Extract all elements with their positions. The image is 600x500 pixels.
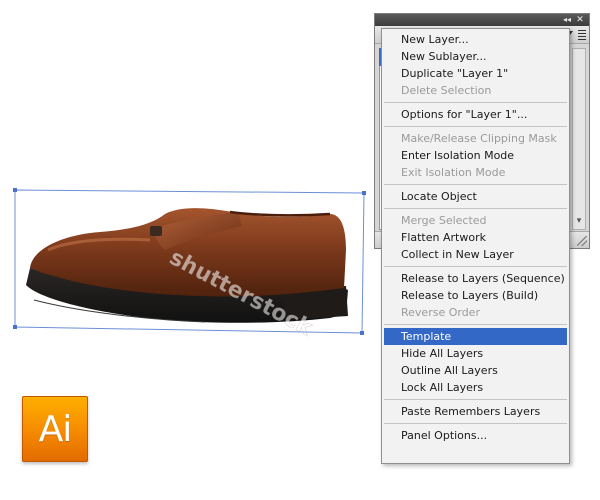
menu-group: Template Hide All Layers Outline All Layer… xyxy=(384,328,567,400)
selection-handle[interactable] xyxy=(362,191,366,195)
menu-item-exit-isolation-mode: Exit Isolation Mode xyxy=(401,166,506,179)
menu-item-delete-selection: Delete Selection xyxy=(401,84,492,97)
menu-item-reverse-order: Reverse Order xyxy=(401,306,480,319)
menu-item-new-sublayer[interactable]: New Sublayer... xyxy=(384,48,567,65)
panel-scrollbar[interactable] xyxy=(572,48,586,230)
menu-group: Panel Options... xyxy=(384,427,567,444)
menu-item-enter-isolation-mode[interactable]: Enter Isolation Mode xyxy=(384,147,567,164)
double-chevron-right-icon[interactable]: ◂◂ xyxy=(561,14,573,26)
menu-item-paste-remembers-layers[interactable]: Paste Remembers Layers xyxy=(384,403,567,420)
menu-item-lock-all-layers[interactable]: Lock All Layers xyxy=(384,379,567,396)
illustrator-logo: Ai xyxy=(22,396,88,462)
scroll-down-icon[interactable]: ▾ xyxy=(572,214,586,228)
panel-menu-icon[interactable] xyxy=(567,28,586,42)
menu-group: Locate Object xyxy=(384,188,567,209)
menu-item-flatten-artwork[interactable]: Flatten Artwork xyxy=(384,229,567,246)
resize-grip-icon[interactable] xyxy=(577,236,587,246)
menu-group: Release to Layers (Sequence) Release to L… xyxy=(384,270,567,325)
menu-item-panel-options[interactable]: Panel Options... xyxy=(384,427,567,444)
panel-titlebar[interactable] xyxy=(375,14,589,26)
menu-group: New Layer... New Sublayer... Duplicate "La… xyxy=(384,31,567,103)
menu-item-merge-selected: Merge Selected xyxy=(401,214,487,227)
menu-group: Options for "Layer 1"... xyxy=(384,106,567,127)
selection-handle[interactable] xyxy=(13,188,17,192)
menu-group: Paste Remembers Layers xyxy=(384,403,567,424)
menu-item-new-layer[interactable]: New Layer... xyxy=(384,31,567,48)
menu-item-make-release-clipping-mask: Make/Release Clipping Mask xyxy=(401,132,557,145)
shoe-buckle xyxy=(150,226,162,236)
selection-handle[interactable] xyxy=(13,325,17,329)
shoe-artwork[interactable]: shutterstock xyxy=(26,208,348,342)
menu-item-hide-all-layers[interactable]: Hide All Layers xyxy=(384,345,567,362)
menu-group: Merge Selected Flatten Artwork Collect in … xyxy=(384,212,567,267)
menu-item-locate-object[interactable]: Locate Object xyxy=(384,188,567,205)
menu-item-duplicate-layer-1[interactable]: Duplicate "Layer 1" xyxy=(384,65,567,82)
menu-item-template[interactable]: Template xyxy=(384,328,567,345)
menu-item-release-to-layers-sequence[interactable]: Release to Layers (Sequence) xyxy=(384,270,567,287)
close-icon[interactable]: ✕ xyxy=(574,14,586,26)
layers-panel-menu: New Layer... New Sublayer... Duplicate "La… xyxy=(381,28,570,464)
selection-handle[interactable] xyxy=(360,331,364,335)
menu-group: Make/Release Clipping Mask Enter Isolatio… xyxy=(384,130,567,185)
logo-text: Ai xyxy=(38,408,73,450)
menu-item-outline-all-layers[interactable]: Outline All Layers xyxy=(384,362,567,379)
menu-item-collect-in-new-layer[interactable]: Collect in New Layer xyxy=(384,246,567,263)
menu-item-options-for-layer-1[interactable]: Options for "Layer 1"... xyxy=(384,106,567,123)
menu-item-release-to-layers-build[interactable]: Release to Layers (Build) xyxy=(384,287,567,304)
